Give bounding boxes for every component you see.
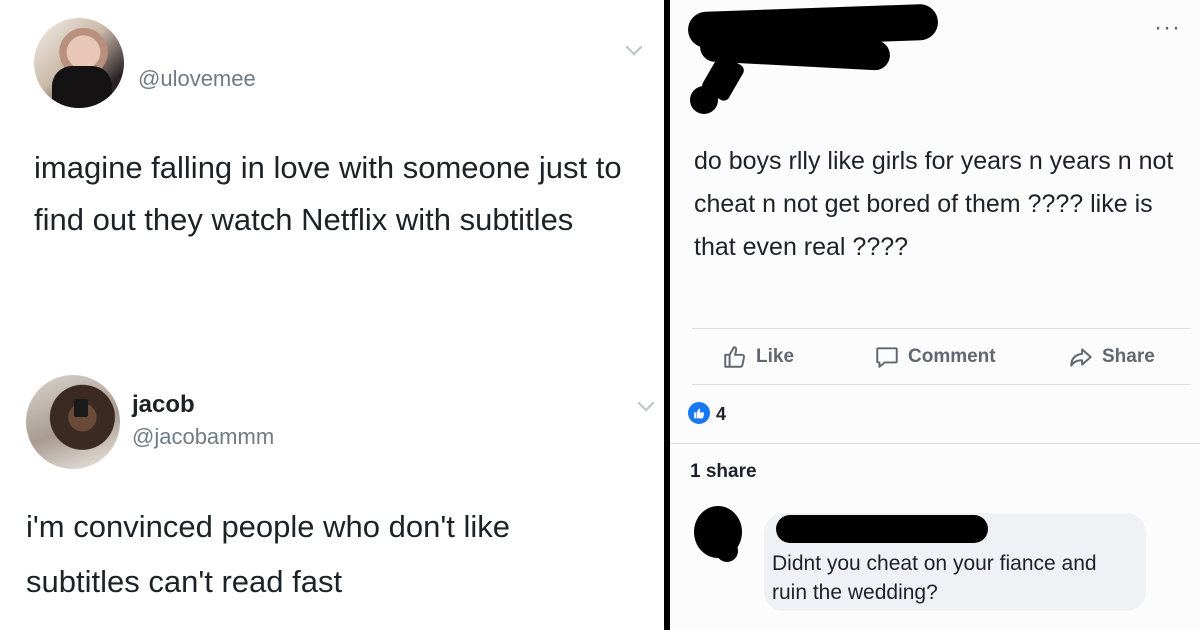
tweet-handle[interactable]: @ulovemee	[138, 66, 256, 92]
comment-text: Didnt you cheat on your fiance and ruin …	[772, 552, 1097, 604]
like-button[interactable]: Like	[722, 341, 794, 373]
commenter-name-redacted	[776, 515, 988, 543]
tweet-text: i'm convinced people who don't like subt…	[26, 509, 511, 599]
share-label: Share	[1102, 346, 1155, 367]
phone-icon	[74, 399, 88, 417]
divider	[692, 328, 1190, 329]
thumbs-up-icon	[724, 346, 745, 368]
more-options-icon[interactable]: ···	[1154, 14, 1181, 42]
twitter-panel: @ulovemee imagine falling in love with s…	[0, 0, 664, 630]
reaction-count[interactable]: 4	[716, 404, 726, 425]
tweet-text: imagine falling in love with someone jus…	[34, 150, 622, 237]
tweet-handle[interactable]: @jacobammm	[132, 424, 274, 450]
facebook-panel: ··· do boys rlly like girls for years n …	[670, 0, 1200, 630]
avatar-shoulders	[52, 66, 112, 108]
comment-label: Comment	[908, 346, 996, 367]
divider	[692, 384, 1190, 385]
tweet-display-name[interactable]: jacob	[132, 391, 195, 419]
share-count[interactable]: 1 share	[690, 461, 757, 483]
share-button[interactable]: Share	[1068, 341, 1155, 373]
like-reaction-icon[interactable]	[688, 402, 710, 424]
chevron-down-icon[interactable]	[637, 394, 655, 412]
comment-button[interactable]: Comment	[874, 341, 996, 373]
share-arrow-icon	[1070, 348, 1092, 367]
post-text: do boys rlly like girls for years n year…	[694, 147, 1174, 261]
comment-icon	[876, 347, 898, 368]
chevron-down-icon[interactable]	[625, 38, 643, 56]
divider	[670, 443, 1200, 444]
redaction-mark	[716, 540, 738, 562]
like-label: Like	[756, 346, 795, 367]
avatar-ulovemee[interactable]	[34, 18, 124, 108]
redaction-mark	[690, 86, 718, 114]
avatar-jacob[interactable]	[26, 375, 120, 469]
